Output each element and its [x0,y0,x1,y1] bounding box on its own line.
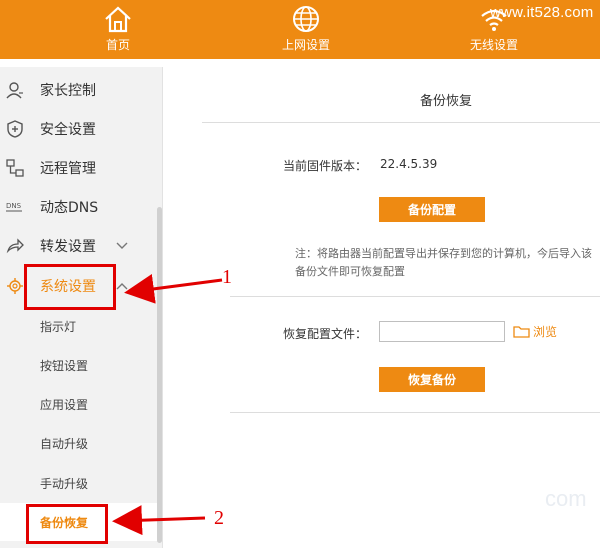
shield-icon [7,120,23,138]
top-nav-bar: 首页 上网设置 无线设置 www.it528.com [0,0,600,59]
sidebar-scrollbar[interactable] [157,207,162,543]
sidebar-subitem-label: 应用设置 [40,397,89,412]
backup-config-button[interactable]: 备份配置 [379,197,485,222]
nav-home[interactable]: 首页 [58,0,178,59]
nav-internet-label: 上网设置 [281,38,330,52]
user-icon [6,82,23,99]
firmware-version-value: 22.4.5.39 [380,157,438,171]
annotation-box-backup-restore [26,504,108,544]
browse-label: 浏览 [533,325,558,339]
title-divider [202,122,600,123]
globe-icon [293,6,319,32]
sidebar-item-security[interactable]: 安全设置 [0,110,162,148]
dns-icon-text: DNS [6,202,22,210]
home-icon [105,6,131,33]
sidebar-item-remote-management[interactable]: 远程管理 [0,149,162,187]
annotation-number-2: 2 [214,507,224,529]
backup-note: 注：将路由器当前配置导出并保存到您的计算机，今后导入该备份文件即可恢复配置 [295,247,592,278]
forward-icon [6,238,24,254]
restore-backup-button[interactable]: 恢复备份 [379,367,485,392]
chevron-up-icon[interactable] [116,282,128,290]
sidebar-subitem-button-settings[interactable]: 按钮设置 [0,346,162,384]
sidebar-subitem-app-settings[interactable]: 应用设置 [0,385,162,423]
sidebar-subitem-label: 自动升级 [40,436,89,451]
sidebar-item-label: 远程管理 [40,161,96,177]
sidebar-subitem-label: 按钮设置 [40,358,89,373]
annotation-box-system-settings [24,264,116,310]
sidebar-subitem-label: 指示灯 [40,319,77,334]
nav-internet-settings[interactable]: 上网设置 [246,0,366,59]
gear-icon [7,278,23,294]
folder-icon [513,326,530,338]
bottom-divider [230,412,600,413]
remote-icon [6,159,24,177]
sidebar-item-forwarding[interactable]: 转发设置 [0,227,162,265]
section-divider [230,296,600,297]
sidebar-item-label: 动态DNS [40,200,99,216]
annotation-number-1: 1 [222,266,232,288]
nav-wireless-label: 无线设置 [469,38,518,52]
browse-button[interactable]: 浏览 [513,323,557,340]
dns-icon: DNS [6,202,22,212]
sidebar-subitem-auto-upgrade[interactable]: 自动升级 [0,424,162,462]
sidebar-item-dynamic-dns[interactable]: DNS 动态DNS [0,188,162,226]
firmware-version-label: 当前固件版本： [283,159,368,173]
sidebar-subitem-manual-upgrade[interactable]: 手动升级 [0,464,162,502]
sidebar-item-label: 转发设置 [40,239,96,255]
chevron-down-icon[interactable] [116,242,128,250]
sidebar-item-label: 安全设置 [40,122,96,138]
sidebar-item-label: 家长控制 [40,83,96,99]
restore-file-input[interactable] [379,321,505,342]
sidebar-item-parental-control[interactable]: 家长控制 [0,71,162,109]
restore-file-label: 恢复配置文件： [283,327,368,341]
sidebar-subitem-label: 手动升级 [40,476,89,491]
page-title: 备份恢复 [420,94,473,109]
sidebar-subitem-indicator-light[interactable]: 指示灯 [0,307,162,345]
nav-home-label: 首页 [105,38,130,52]
site-watermark: www.it528.com [490,4,594,21]
faint-watermark: com [545,486,587,511]
